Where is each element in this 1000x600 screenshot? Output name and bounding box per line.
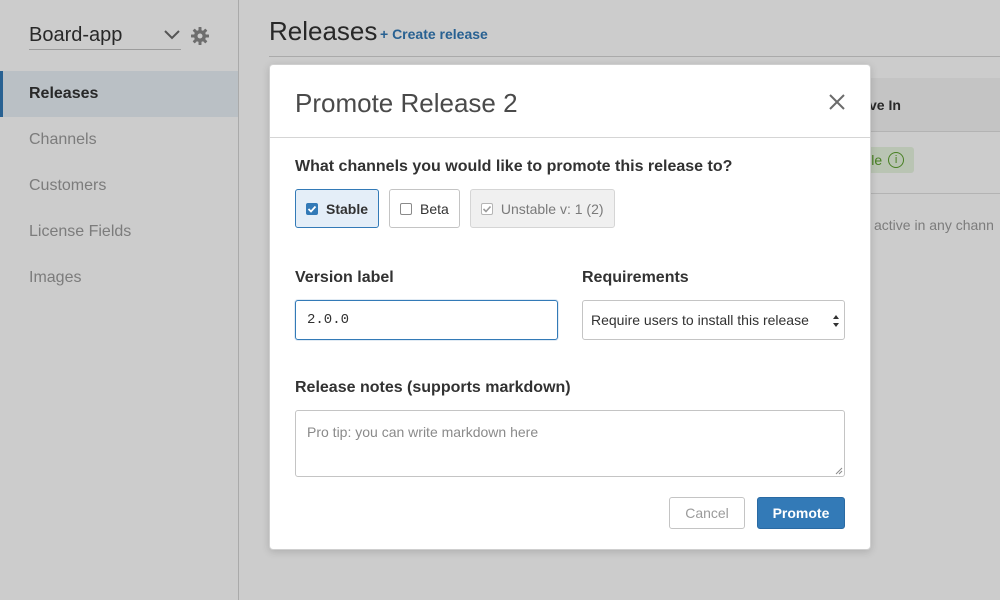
resize-handle-icon[interactable] xyxy=(835,467,843,475)
channel-options: Stable Beta Unstable v: 1 (2) xyxy=(295,189,615,228)
channel-option-label: Beta xyxy=(420,200,449,217)
channel-option-unstable: Unstable v: 1 (2) xyxy=(469,189,615,228)
channel-option-label: Stable xyxy=(326,200,369,217)
channels-question: What channels you would like to promote … xyxy=(295,158,733,175)
cancel-button[interactable]: Cancel xyxy=(669,497,745,529)
check-icon xyxy=(307,205,317,213)
requirements-selected-value: Require users to install this release xyxy=(591,312,809,328)
select-arrows-icon xyxy=(833,315,839,327)
version-label-input[interactable] xyxy=(295,300,558,340)
release-notes-heading: Release notes (supports markdown) xyxy=(295,379,571,396)
channel-option-stable[interactable]: Stable xyxy=(295,189,380,228)
checkbox-beta[interactable] xyxy=(400,202,413,215)
promote-button[interactable]: Promote xyxy=(757,497,845,529)
checkbox-unstable xyxy=(480,202,493,215)
channel-option-beta[interactable]: Beta xyxy=(389,189,460,228)
version-label-heading: Version label xyxy=(295,269,394,286)
requirements-heading: Requirements xyxy=(582,269,689,286)
modal-header: Promote Release 2 xyxy=(270,65,870,138)
checkbox-stable[interactable] xyxy=(306,202,318,215)
promote-release-modal: Promote Release 2 What channels you woul… xyxy=(269,64,871,550)
requirements-select[interactable]: Require users to install this release xyxy=(582,300,845,340)
channel-option-label: Unstable v: 1 (2) xyxy=(500,200,604,217)
modal-title: Promote Release 2 xyxy=(295,88,518,118)
release-notes-textarea[interactable] xyxy=(295,410,845,477)
check-icon xyxy=(482,205,491,213)
close-icon[interactable] xyxy=(828,93,846,111)
